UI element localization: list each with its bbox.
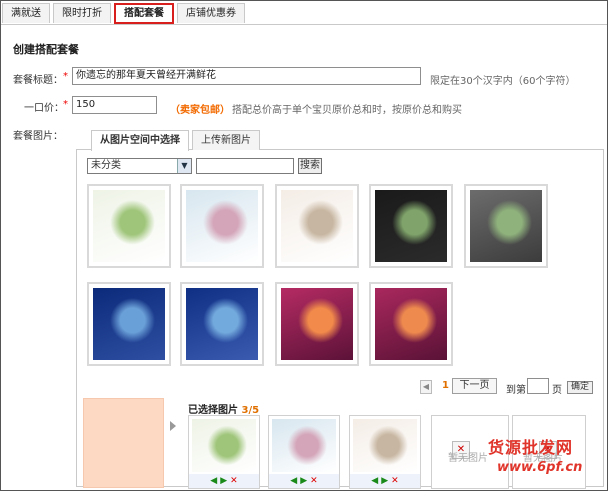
thumbnail-image [93,288,165,360]
thumbnail-image [93,190,165,262]
move-left-icon[interactable]: ◀ [290,474,297,488]
tab-xianshidazhe[interactable]: 限时打折 [53,3,111,23]
price-input[interactable]: 150 [72,96,157,114]
free-shipping-label: （卖家包邮） [170,105,230,116]
selected-image [353,419,417,472]
tab-manjiusong[interactable]: 满就送 [2,3,50,23]
thumbnail-sunset-girl[interactable] [275,282,359,366]
search-input[interactable] [196,158,294,174]
tab-dapeitaocan[interactable]: 搭配套餐 [114,3,174,24]
thumbnail-grey-photo-collage[interactable] [464,184,548,268]
arrow-right-icon [170,421,176,431]
thumbnail-image [281,190,353,262]
move-right-icon[interactable]: ▶ [300,474,307,488]
goto-prefix: 到第 [506,385,526,396]
goto-suffix: 页 [552,385,562,396]
remove-icon[interactable]: ✕ [230,474,238,488]
move-right-icon[interactable]: ▶ [220,474,227,488]
watermark-text: 货源批发网 [488,438,574,457]
tab-dianpuyouhuiquan[interactable]: 店铺优惠券 [177,3,245,23]
required-star: * [63,71,68,82]
tab-image-space[interactable]: 从图片空间中选择 [91,130,189,151]
selected-image-bouquet-frame[interactable]: ◀ ▶ ✕ [188,415,260,489]
thumbnail-sunset-girl-2[interactable] [369,282,453,366]
next-page-button[interactable]: 下一页 [452,378,497,394]
thumbnail-image [375,288,447,360]
tab-upload-image[interactable]: 上传新图片 [192,130,260,150]
package-preview [83,398,164,488]
selected-image [192,419,256,472]
empty-slot-label: 暂无图片 [448,453,488,464]
selected-images-title: 已选择图片 3/5 [188,401,259,416]
section-title: 创建搭配套餐 [13,43,79,56]
promotion-tabs: 满就送 限时打折 搭配套餐 店铺优惠券 [2,3,248,25]
image-source-tabs: 从图片空间中选择 上传新图片 [91,130,263,151]
selected-image-controls: ◀ ▶ ✕ [269,474,339,488]
thumbnail-image [375,190,447,262]
thumbnail-bouquet-frame[interactable] [87,184,171,268]
move-left-icon[interactable]: ◀ [210,474,217,488]
tab-divider [1,24,607,25]
selected-image [272,419,336,472]
price-hint: 搭配总价高于单个宝贝原价总和时，按原价总和购买 [232,105,462,116]
move-left-icon[interactable]: ◀ [371,474,378,488]
remove-icon[interactable]: ✕ [391,474,399,488]
search-button[interactable]: 搜索 [298,158,322,174]
thumbnail-dark-flower-collage[interactable] [369,184,453,268]
title-hint: 限定在30个汉字内（60个字符） [430,76,576,87]
chevron-down-icon[interactable]: ▼ [177,159,191,173]
title-input[interactable]: 你遗忘的那年夏天曾经开满鲜花 [72,67,421,85]
selected-image-controls: ◀ ▶ ✕ [350,474,420,488]
thumbnail-image [186,190,258,262]
images-label: 套餐图片： [13,131,63,142]
current-page: 1 [442,380,449,391]
selected-image-vintage-dish-frame[interactable]: ◀ ▶ ✕ [349,415,421,489]
goto-confirm-button[interactable]: 确定 [567,381,593,394]
thumbnail-blue-flowers-girl-2[interactable] [180,282,264,366]
price-label: 一口价： [24,103,64,114]
goto-page-input[interactable] [527,378,549,394]
category-value: 未分类 [91,160,121,171]
watermark-url: www.6pf.cn [497,460,583,475]
category-select[interactable]: 未分类 ▼ [87,158,192,174]
thumbnail-image [186,288,258,360]
move-right-icon[interactable]: ▶ [381,474,388,488]
selected-image-controls: ◀ ▶ ✕ [189,474,259,488]
selected-image-pink-icecream-plate[interactable]: ◀ ▶ ✕ [268,415,340,489]
prev-page-icon[interactable]: ◀ [420,380,432,394]
thumbnail-image [470,190,542,262]
thumbnail-blue-flowers-girl[interactable] [87,282,171,366]
remove-icon[interactable]: ✕ [310,474,318,488]
thumbnail-pink-icecream-plate[interactable] [180,184,264,268]
thumbnail-image [281,288,353,360]
title-label: 套餐标题： [13,75,63,86]
required-star: * [63,99,68,110]
thumbnail-vintage-dish-frame[interactable] [275,184,359,268]
